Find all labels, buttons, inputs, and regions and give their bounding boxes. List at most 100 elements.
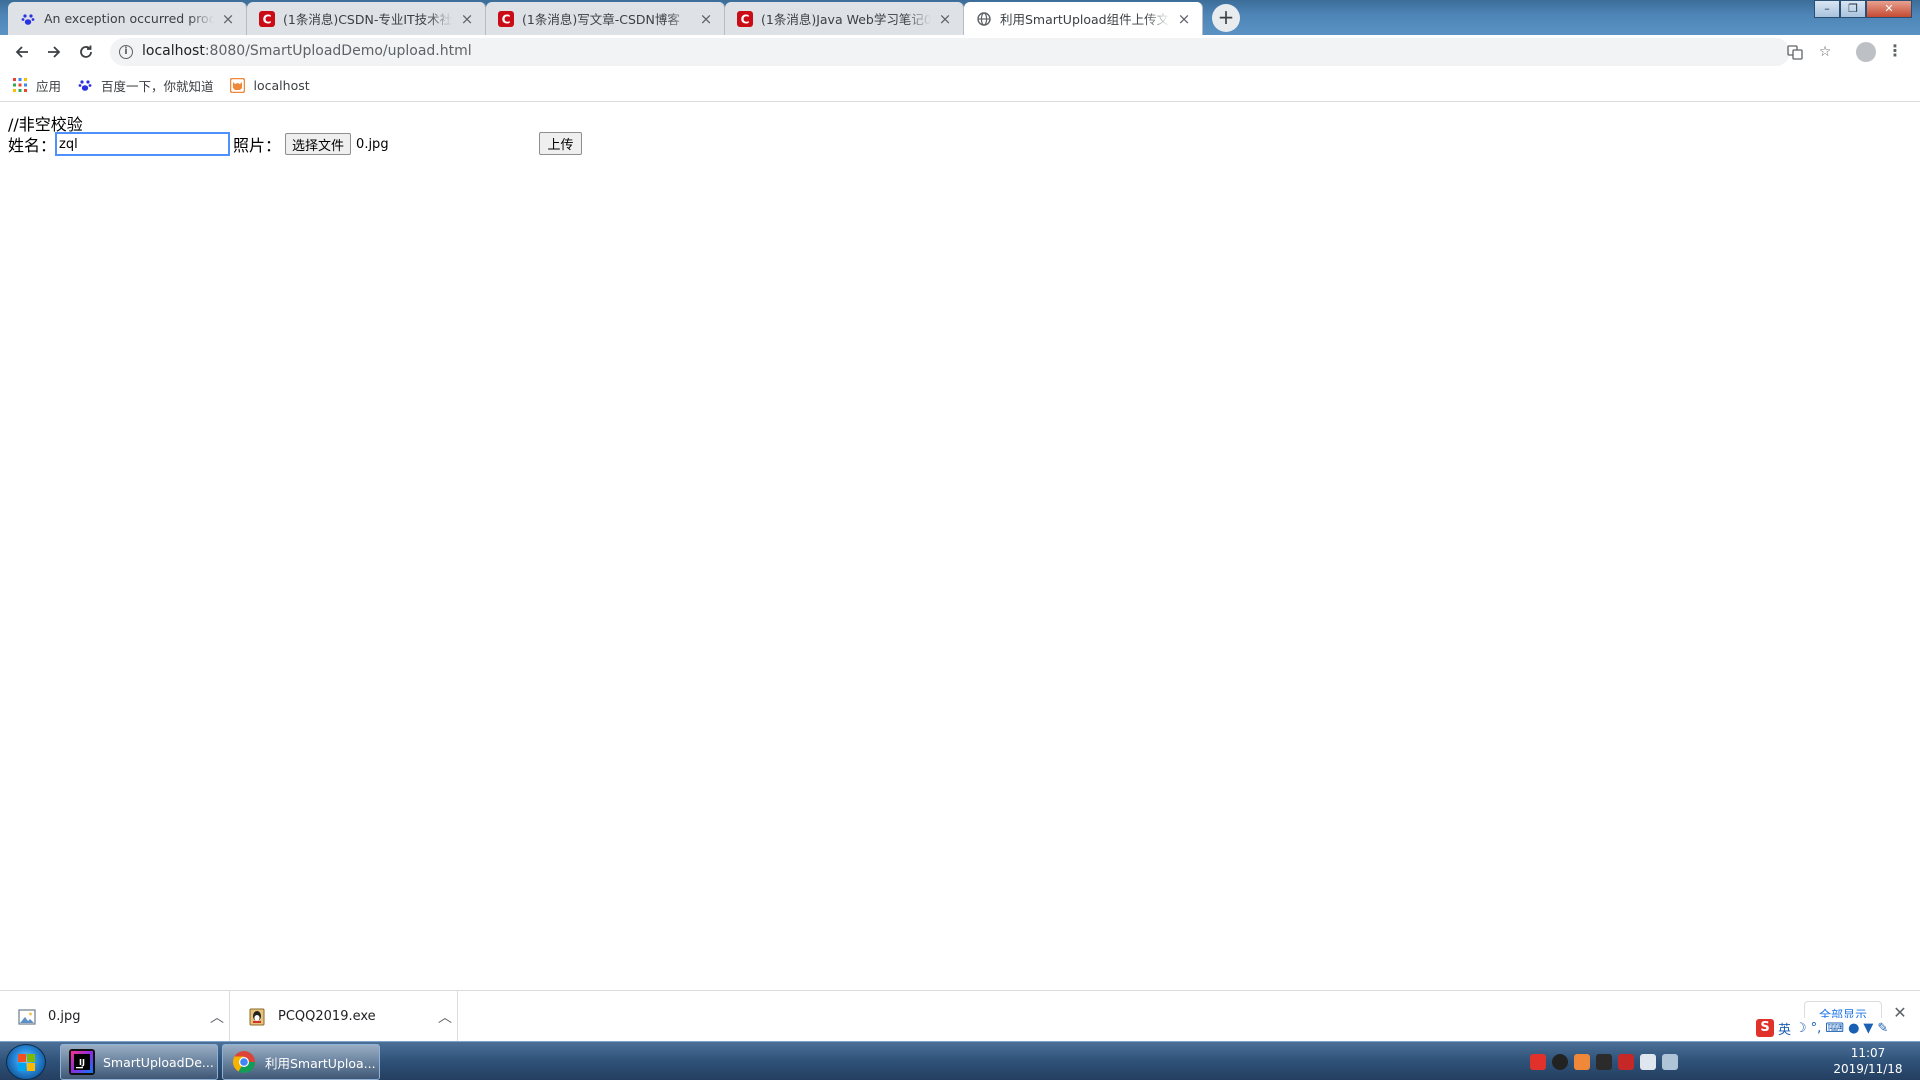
windows-taskbar: IJ SmartUploadDe... 利用SmartUploa... 11:0… <box>0 1041 1920 1080</box>
svg-text:C: C <box>741 12 750 26</box>
sogou-ime-icon[interactable]: S <box>1756 1019 1774 1037</box>
address-bar[interactable]: i localhost:8080/SmartUploadDemo/upload.… <box>110 38 1831 66</box>
translate-icon[interactable] <box>1786 44 1804 62</box>
download-item-jpg[interactable]: 0.jpg ︿ <box>0 991 230 1042</box>
chevron-up-icon[interactable]: ︿ <box>205 1007 229 1027</box>
ime-keyboard-icon[interactable]: ⌨ <box>1825 1021 1844 1036</box>
restore-icon[interactable]: ❐ <box>1840 0 1866 18</box>
chevron-up-icon[interactable]: ︿ <box>433 1007 457 1027</box>
bookmark-label: 应用 <box>36 78 62 94</box>
clock-time: 11:07 <box>1850 1046 1886 1060</box>
ime-toolbar: S 英 ☽ °, ⌨ ● ▼ ✎ <box>1752 1018 1893 1038</box>
tab-csdn-notes[interactable]: C (1条消息)Java Web学习笔记09 × <box>725 2 964 35</box>
taskbar-item-label: SmartUploadDe... <box>103 1054 214 1070</box>
forward-arrow-icon[interactable] <box>40 38 68 66</box>
volume-tray-icon[interactable] <box>1662 1054 1678 1070</box>
tab-close-icon[interactable]: × <box>459 11 475 27</box>
sogou-tray-icon[interactable] <box>1530 1054 1546 1070</box>
reload-icon[interactable] <box>72 38 100 66</box>
tab-exception[interactable]: An exception occurred processing × <box>8 2 247 35</box>
tomcat-tray-icon[interactable] <box>1574 1054 1590 1070</box>
window-close-icon[interactable]: ✕ <box>1866 0 1912 18</box>
tab-close-icon[interactable]: × <box>698 11 714 27</box>
more-menu-icon[interactable]: ⋮ <box>1887 40 1903 64</box>
upload-form: 姓名： 照片： 选择文件 0.jpg <box>8 132 389 156</box>
download-file-name: 0.jpg <box>48 1009 81 1024</box>
system-tray <box>1530 1046 1678 1078</box>
new-tab-button[interactable]: + <box>1212 4 1240 32</box>
ime-punctuation-icon[interactable]: °, <box>1811 1021 1822 1036</box>
ime-moon-icon[interactable]: ☽ <box>1795 1021 1807 1036</box>
download-file-name: PCQQ2019.exe <box>278 1009 376 1024</box>
photo-label: 照片： <box>233 136 282 155</box>
url-text[interactable]: localhost:8080/SmartUploadDemo/upload.ht… <box>142 43 472 59</box>
windows-logo-icon <box>18 1054 35 1071</box>
browser-toolbar: i localhost:8080/SmartUploadDemo/upload.… <box>0 35 1920 69</box>
name-input[interactable] <box>55 132 231 156</box>
tab-csdn-write[interactable]: C (1条消息)写文章-CSDN博客 × <box>486 2 725 35</box>
csdn-icon: C <box>737 10 753 27</box>
selected-file-name: 0.jpg <box>356 136 389 152</box>
back-arrow-icon[interactable] <box>8 38 36 66</box>
close-shelf-icon[interactable]: ✕ <box>1892 1005 1908 1021</box>
bookmark-baidu[interactable]: 百度一下，你就知道 <box>77 76 214 95</box>
tab-title: 利用SmartUpload组件上传文件 <box>1000 12 1170 27</box>
taskbar-item-intellij[interactable]: IJ SmartUploadDe... <box>60 1044 218 1080</box>
download-item-qq[interactable]: PCQQ2019.exe ︿ <box>230 991 458 1042</box>
qq-installer-icon <box>248 1008 266 1026</box>
network-tray-icon[interactable] <box>1640 1054 1656 1070</box>
bookmark-label: localhost <box>253 77 310 93</box>
bookmarks-bar: 应用 百度一下，你就知道 localhost <box>0 69 1920 102</box>
minimize-icon[interactable]: – <box>1814 0 1840 18</box>
url-host: localhost <box>142 43 205 59</box>
taskbar-clock[interactable]: 11:07 2019/11/18 <box>1820 1045 1916 1077</box>
bookmark-localhost[interactable]: localhost <box>230 77 310 93</box>
tab-title: (1条消息)CSDN-专业IT技术社区 <box>283 12 453 27</box>
svg-text:C: C <box>263 12 272 26</box>
tab-strip: An exception occurred processing × C (1条… <box>0 0 1920 35</box>
csdn-icon: C <box>498 10 514 27</box>
ime-skin-icon[interactable]: ▼ <box>1863 1021 1873 1036</box>
bookmark-star-icon[interactable]: ☆ <box>1816 44 1834 62</box>
globe-icon <box>976 11 992 27</box>
tab-csdn-home[interactable]: C (1条消息)CSDN-专业IT技术社区 × <box>247 2 486 35</box>
tab-title: (1条消息)写文章-CSDN博客 <box>522 12 680 27</box>
taskbar-item-label: 利用SmartUploa... <box>265 1055 376 1071</box>
download-shelf: 0.jpg ︿ PCQQ2019.exe ︿ 全部显示 ✕ <box>0 990 1920 1042</box>
ime-language-indicator[interactable]: 英 <box>1778 1019 1791 1038</box>
svg-text:IJ: IJ <box>79 1058 85 1067</box>
name-label: 姓名： <box>8 136 57 155</box>
apps-grid-icon <box>12 77 28 93</box>
clock-date: 2019/11/18 <box>1833 1062 1903 1076</box>
tomcat-icon <box>230 77 246 93</box>
baidu-paw-icon <box>77 77 93 93</box>
window-controls: – ❐ ✕ <box>1814 0 1912 18</box>
image-file-icon <box>18 1008 36 1026</box>
display-tray-icon[interactable] <box>1596 1054 1612 1070</box>
start-button[interactable] <box>6 1044 46 1080</box>
tab-close-icon[interactable]: × <box>220 11 236 27</box>
page-viewport: //非空校验 姓名： 照片： 选择文件 0.jpg 上传 <box>0 103 1920 990</box>
taskbar-item-chrome[interactable]: 利用SmartUploa... <box>222 1044 380 1080</box>
baidu-paw-icon <box>20 11 36 27</box>
tab-close-icon[interactable]: × <box>937 11 953 27</box>
bookmark-apps[interactable]: 应用 <box>12 76 61 95</box>
intellij-icon: IJ <box>69 1049 95 1075</box>
choose-file-button[interactable]: 选择文件 <box>285 133 352 155</box>
tab-title: An exception occurred processing <box>44 11 214 26</box>
csdn-icon: C <box>259 10 275 27</box>
svg-text:C: C <box>502 12 511 26</box>
bookmark-label: 百度一下，你就知道 <box>101 78 214 94</box>
upload-submit-button[interactable]: 上传 <box>539 132 582 155</box>
url-path: :8080/SmartUploadDemo/upload.html <box>204 43 472 59</box>
ime-user-icon[interactable]: ● <box>1848 1021 1859 1036</box>
chrome-icon <box>231 1049 257 1075</box>
tab-close-icon[interactable]: × <box>1176 11 1192 27</box>
ime-tools-icon[interactable]: ✎ <box>1877 1021 1888 1036</box>
qq-tray-icon[interactable] <box>1552 1054 1568 1070</box>
security-tray-icon[interactable] <box>1618 1054 1634 1070</box>
tab-title: (1条消息)Java Web学习笔记09 <box>761 12 931 27</box>
tab-smartupload[interactable]: 利用SmartUpload组件上传文件 × <box>964 2 1203 35</box>
site-info-icon[interactable]: i <box>119 45 133 59</box>
profile-avatar-icon[interactable] <box>1856 42 1876 62</box>
